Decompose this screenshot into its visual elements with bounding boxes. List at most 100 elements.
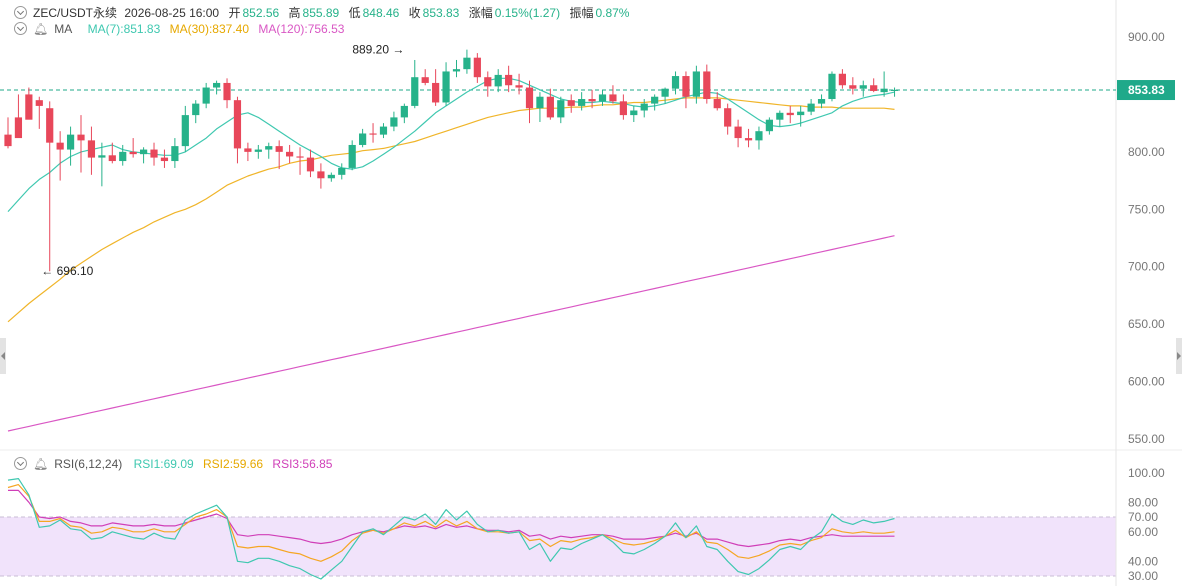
candle-down <box>244 148 252 152</box>
candle-down <box>682 76 690 97</box>
candle-up <box>181 115 189 147</box>
candle-up <box>411 77 419 106</box>
candle-down <box>35 100 43 106</box>
candle-up <box>66 134 75 150</box>
candle-down <box>233 100 242 149</box>
candle-down <box>505 74 513 86</box>
candle-up <box>807 103 815 112</box>
scroll-right-handle[interactable] <box>1176 338 1182 374</box>
candle-down <box>525 87 534 109</box>
candle-down <box>588 99 596 102</box>
candle-up <box>828 73 836 100</box>
candle-up <box>359 133 367 145</box>
candle-down <box>56 142 64 150</box>
candle-down <box>849 85 857 89</box>
candle-up <box>817 99 826 104</box>
candle-up <box>536 96 544 109</box>
candle-up <box>692 71 700 97</box>
candle-down <box>77 134 85 141</box>
candle-down <box>150 149 158 158</box>
candle-up <box>859 85 867 89</box>
candle-up <box>139 149 148 155</box>
rsi-tick-label: 40.00 <box>1128 554 1158 568</box>
candle-up <box>494 74 502 87</box>
candle-down <box>786 112 794 116</box>
candle-down <box>223 82 231 101</box>
candle-up <box>776 112 784 120</box>
candle-down <box>609 94 617 102</box>
candle-down <box>421 77 429 83</box>
candle-down <box>108 155 116 162</box>
candle-down <box>473 57 481 78</box>
candle-down <box>317 171 325 179</box>
price-tick-label: 650.00 <box>1128 317 1165 331</box>
candle-down <box>129 151 137 155</box>
rsi-tick-label: 30.00 <box>1128 569 1158 583</box>
candle-up <box>651 96 659 104</box>
candle-down <box>275 146 283 152</box>
candle-up <box>213 82 221 88</box>
candle-up <box>880 88 888 93</box>
candle-down <box>25 94 33 120</box>
price-tick-label: 900.00 <box>1128 30 1165 44</box>
candle-down <box>369 133 377 135</box>
scroll-left-handle[interactable] <box>0 338 6 374</box>
price-tick-label: 800.00 <box>1128 145 1165 159</box>
candle-down <box>619 101 627 116</box>
price-tick-label: 750.00 <box>1128 202 1165 216</box>
candle-up <box>765 119 773 132</box>
candle-up <box>797 111 805 116</box>
ma7-line <box>7 77 895 213</box>
candle-up <box>755 131 763 141</box>
candle-down <box>14 117 23 139</box>
candle-up <box>202 87 210 104</box>
candle-up <box>192 103 200 116</box>
candle-down <box>724 108 732 127</box>
candle-down <box>734 126 742 139</box>
candle-up <box>630 110 638 116</box>
candle-down <box>46 108 54 143</box>
candle-up <box>327 174 335 179</box>
candle-up <box>348 144 356 168</box>
price-tick-label: 550.00 <box>1128 432 1165 446</box>
candle-up <box>379 126 388 135</box>
candle-up <box>890 89 899 91</box>
candle-up <box>338 167 346 175</box>
candle-up <box>119 151 127 162</box>
candle-up <box>400 105 408 118</box>
rsi-tick-label: 60.00 <box>1128 525 1158 539</box>
high-price-annotation: 889.20 → <box>352 42 404 56</box>
candle-up <box>598 94 607 102</box>
candle-down <box>306 157 315 172</box>
candle-down <box>515 85 523 88</box>
candle-down <box>838 73 846 86</box>
low-price-annotation: ← 696.10 <box>41 264 93 278</box>
candle-down <box>567 100 575 106</box>
candle-down <box>296 156 304 158</box>
candle-down <box>870 85 878 91</box>
candle-down <box>703 71 711 100</box>
candle-down <box>286 151 294 157</box>
ma120-line <box>7 235 895 432</box>
candlestick-chart[interactable]: 900.00850.00800.00750.00700.00650.00600.… <box>0 0 1182 586</box>
candle-down <box>713 99 721 109</box>
rsi-tick-label: 100.00 <box>1128 466 1165 480</box>
candle-up <box>661 88 669 97</box>
candle-down <box>432 82 440 103</box>
candle-up <box>640 103 648 111</box>
candle-down <box>546 96 554 118</box>
rsi-tick-label: 80.00 <box>1128 495 1158 509</box>
candle-down <box>484 77 492 87</box>
candle-up <box>265 146 273 150</box>
candle-up <box>557 100 565 118</box>
candle-down <box>87 140 96 158</box>
candle-up <box>463 57 471 70</box>
candle-up <box>98 155 106 158</box>
candle-up <box>452 69 461 72</box>
candle-down <box>744 138 753 141</box>
candle-up <box>442 71 450 103</box>
last-price-tag-label: 853.83 <box>1128 83 1165 97</box>
candle-down <box>160 157 169 162</box>
candle-up <box>578 99 586 106</box>
candle-down <box>4 134 12 147</box>
